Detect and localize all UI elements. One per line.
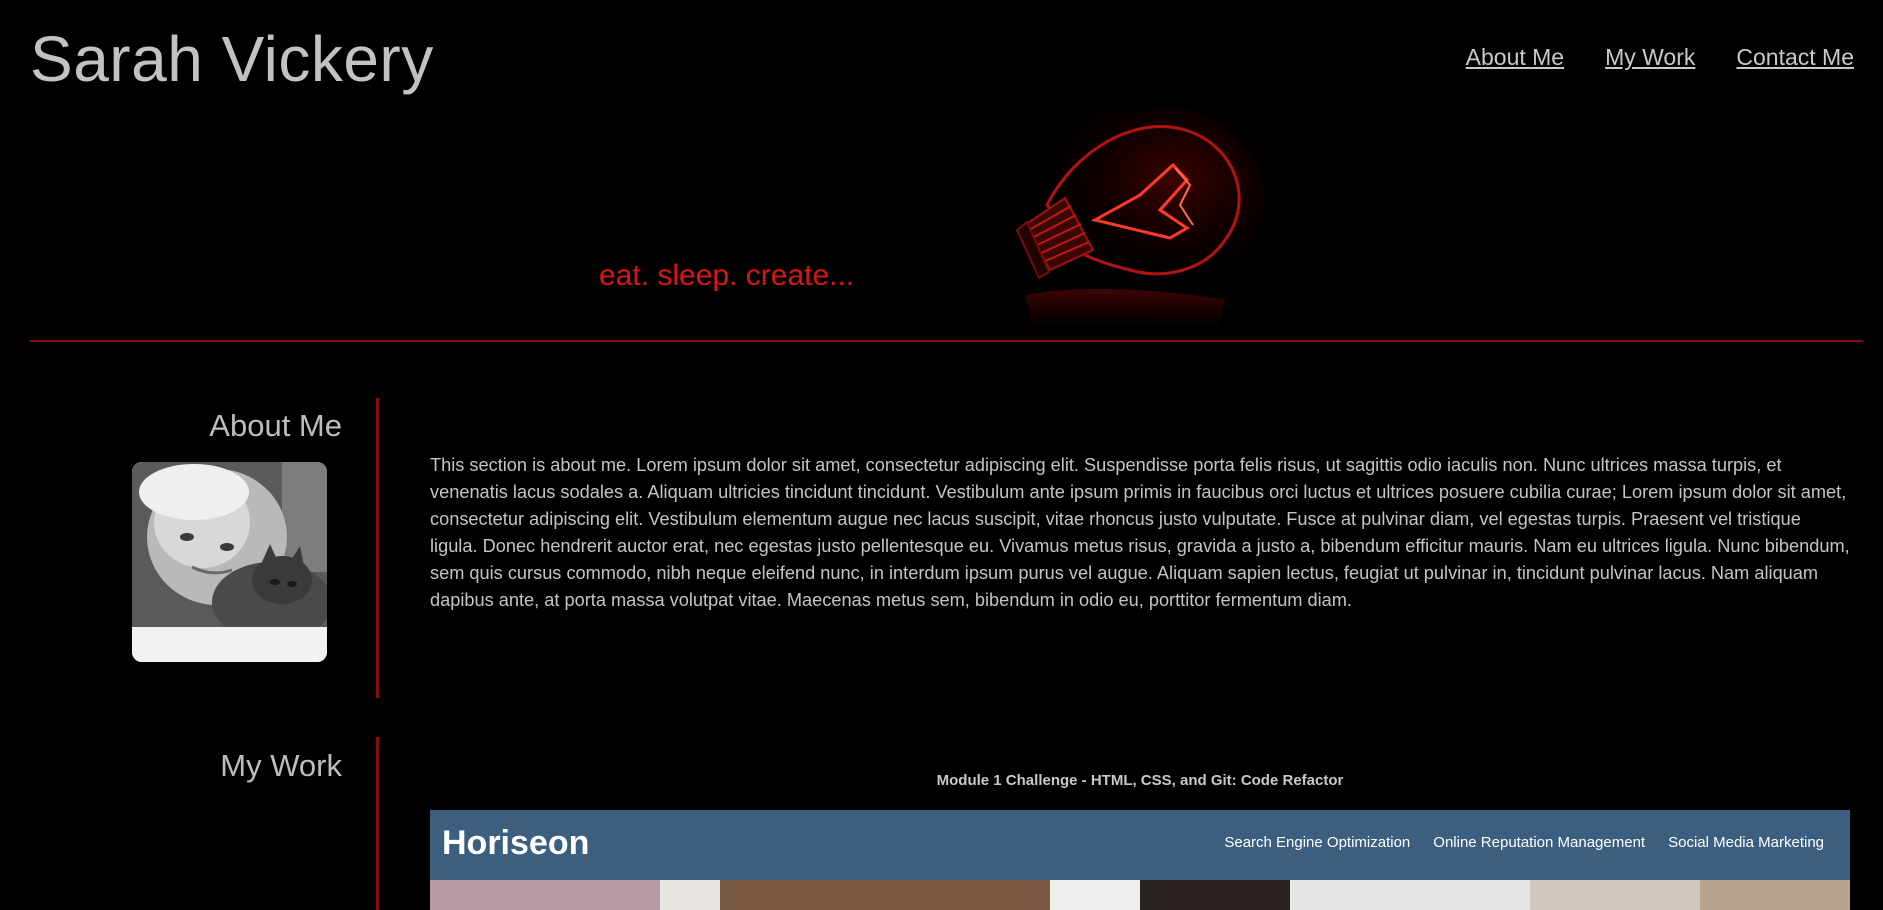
about-me-text: This section is about me. Lorem ipsum do… (430, 455, 1850, 610)
screenshot-nav: Search Engine Optimization Online Reputa… (1224, 834, 1824, 851)
site-title: Sarah Vickery (30, 23, 434, 95)
nav-link-contact-me[interactable]: Contact Me (1736, 44, 1854, 71)
about-me-divider (376, 398, 379, 698)
nav-link-my-work[interactable]: My Work (1605, 44, 1695, 71)
hero-tagline: eat. sleep. create... (599, 259, 855, 292)
site-header: Sarah Vickery About Me My Work Contact M… (0, 0, 1883, 100)
screenshot-header-bar: Horiseon Search Engine Optimization Onli… (430, 810, 1850, 880)
project-screenshot-link[interactable]: Horiseon Search Engine Optimization Onli… (430, 810, 1850, 910)
screenshot-nav-item: Search Engine Optimization (1224, 834, 1411, 851)
project-title: Module 1 Challenge - HTML, CSS, and Git:… (936, 772, 1344, 789)
my-work-divider (376, 737, 379, 910)
my-work-heading: My Work (220, 748, 342, 783)
screenshot-nav-item: Social Media Marketing (1668, 834, 1824, 851)
screenshot-brand: Horiseon (442, 824, 590, 862)
about-me-heading: About Me (209, 408, 342, 443)
screenshot-hero-photo (430, 880, 1850, 910)
lightbulb-image (1005, 110, 1265, 342)
hero-divider (30, 340, 1863, 342)
main-nav: About Me My Work Contact Me (1466, 44, 1854, 71)
hero-banner: eat. sleep. create... (30, 100, 1863, 342)
profile-photo (132, 462, 327, 662)
screenshot-nav-item: Online Reputation Management (1433, 834, 1646, 851)
nav-link-about-me[interactable]: About Me (1466, 44, 1564, 71)
